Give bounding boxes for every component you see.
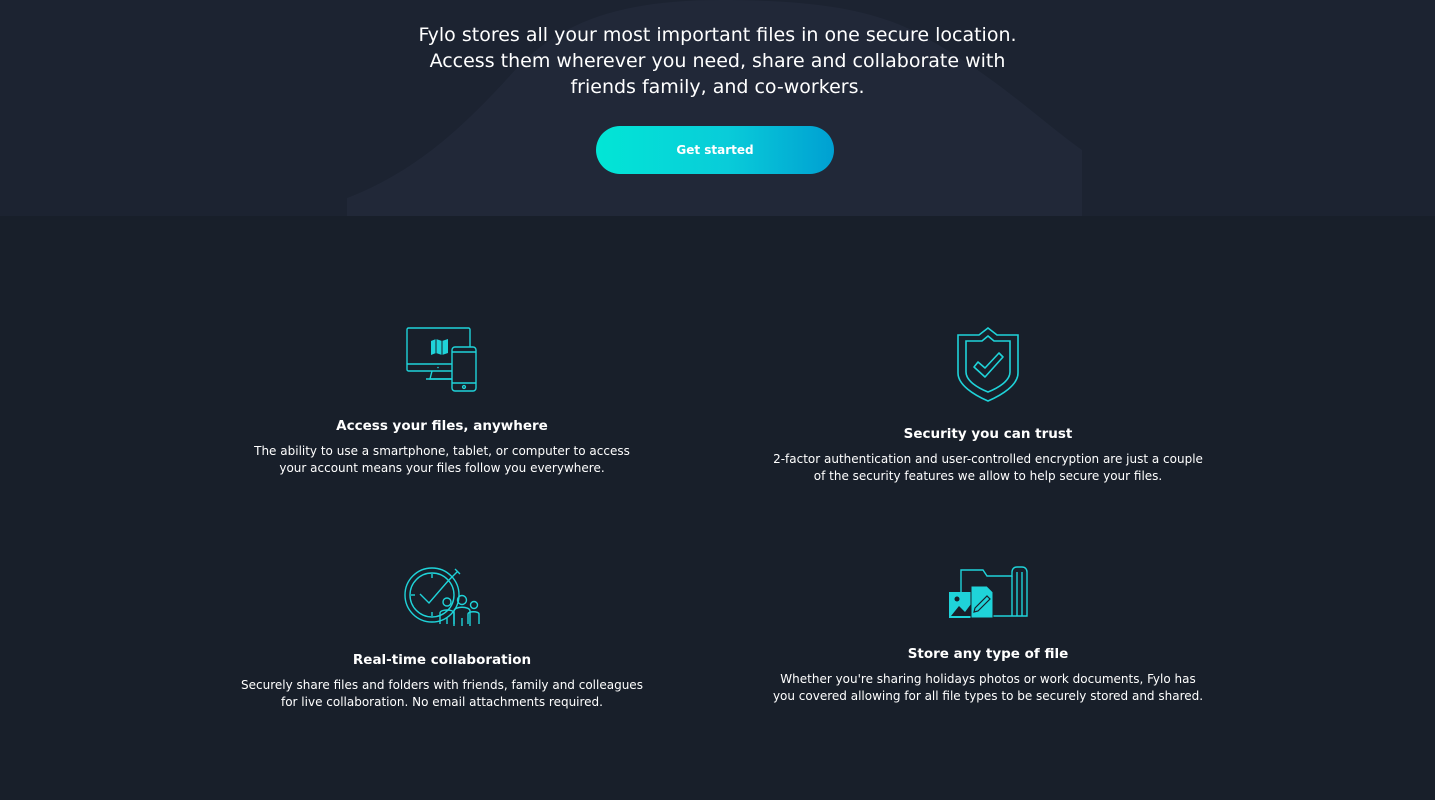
shield-check-icon — [957, 327, 1019, 402]
feature-access-anywhere: Access your files, anywhere The ability … — [202, 327, 682, 477]
hero-description: Fylo stores all your most important file… — [0, 22, 1435, 100]
devices-icon — [406, 327, 477, 392]
feature-description: Securely share files and folders with fr… — [241, 678, 643, 709]
hero-line: Fylo stores all your most important file… — [418, 24, 1017, 46]
page: Fylo stores all your most important file… — [0, 0, 1435, 800]
hero-line: friends family, and co-workers. — [570, 76, 865, 98]
feature-title: Real-time collaboration — [352, 652, 532, 668]
feature-title: Security you can trust — [903, 426, 1073, 442]
folder-files-icon — [949, 566, 1028, 619]
hero-section: Fylo stores all your most important file… — [0, 0, 1435, 216]
feature-title: Access your files, anywhere — [336, 418, 548, 434]
feature-description: The ability to use a smartphone, tablet,… — [254, 444, 630, 475]
feature-description: Whether you're sharing holidays photos o… — [772, 672, 1204, 703]
hero-line: Access them wherever you need, share and… — [429, 50, 1006, 72]
feature-file-types: Store any type of file Whether you're sh… — [748, 566, 1228, 705]
collaboration-icon — [404, 567, 480, 626]
feature-collaboration: Real-time collaboration Securely share f… — [202, 566, 682, 711]
get-started-button[interactable]: Get started — [596, 126, 834, 174]
feature-description: 2-factor authentication and user-control… — [773, 452, 1203, 483]
feature-security: Security you can trust 2-factor authenti… — [748, 327, 1228, 485]
feature-title: Store any type of file — [907, 646, 1069, 662]
